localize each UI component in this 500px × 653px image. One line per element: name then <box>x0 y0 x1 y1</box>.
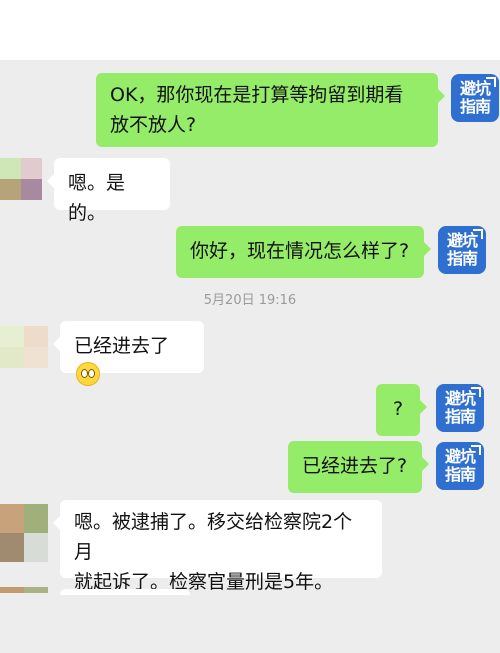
message-bubble-received[interactable]: 已经进去了 <box>53 321 204 386</box>
message-text: 放不放人? <box>110 114 197 136</box>
message-text: 已经进去了? <box>302 455 408 477</box>
logo-text: 指南 <box>446 249 478 268</box>
message-text: ? <box>392 398 404 420</box>
avatar-self-logo[interactable]: 避坑 指南 <box>438 226 486 274</box>
avatar-other[interactable] <box>0 326 48 368</box>
timestamp: 5月20日 19:16 <box>203 293 297 308</box>
message-text: 已经进去了 <box>74 335 170 357</box>
message-bubble-sent[interactable]: OK，那你现在是打算等拘留到期看 放不放人? <box>96 73 445 147</box>
message-text: OK，那你现在是打算等拘留到期看 <box>110 84 404 106</box>
logo-text: 指南 <box>459 97 491 116</box>
logo-text: 指南 <box>444 465 476 484</box>
avatar-other[interactable] <box>0 158 42 200</box>
grimace-emoji-icon <box>76 362 100 386</box>
message-bubble-sent[interactable]: 你好，现在情况怎么样了? <box>176 226 431 278</box>
message-bubble-sent[interactable]: ? <box>376 384 427 436</box>
message-bubble-sent[interactable]: 已经进去了? <box>288 441 429 493</box>
message-bubble-received[interactable]: 嗯。被逮捕了。移交给检察院2个月 就起诉了。检察官量刑是5年。 <box>53 500 382 593</box>
chat-area: OK，那你现在是打算等拘留到期看 放不放人? 避坑 指南 嗯。是的。 你好，现在… <box>0 60 500 653</box>
avatar-self-logo[interactable]: 避坑 指南 <box>436 442 484 490</box>
message-text: 嗯。被逮捕了。移交给检察院2个月 <box>74 511 353 563</box>
avatar-self-logo[interactable]: 避坑 指南 <box>436 384 484 432</box>
avatar-other[interactable] <box>0 587 48 593</box>
logo-text: 指南 <box>444 407 476 426</box>
avatar-other[interactable] <box>0 504 48 562</box>
message-text: 嗯。是的。 <box>68 172 126 224</box>
avatar-self-logo[interactable]: 避坑 指南 <box>451 74 499 122</box>
message-text: 你好，现在情况怎么样了? <box>190 240 410 262</box>
message-bubble-received-partial[interactable] <box>60 589 190 595</box>
message-bubble-received[interactable]: 嗯。是的。 <box>47 158 170 224</box>
